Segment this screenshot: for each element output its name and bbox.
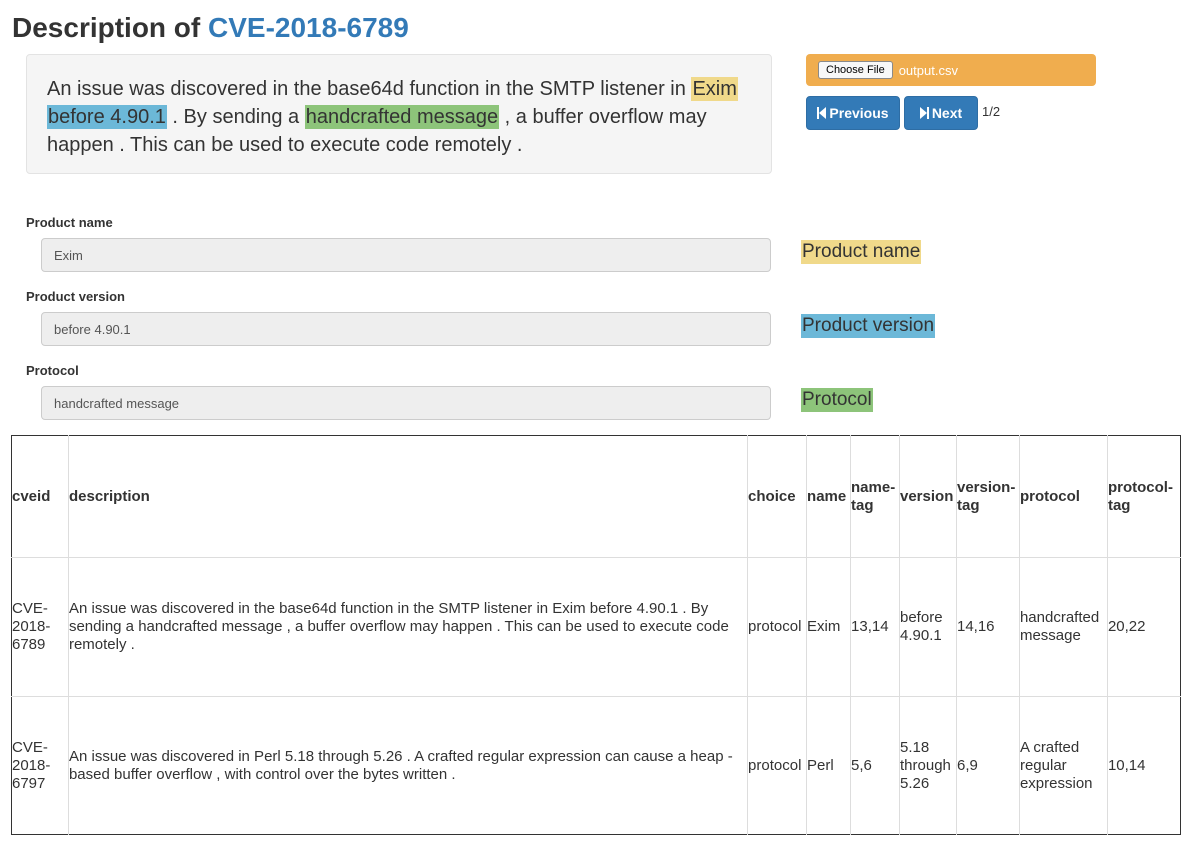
table-row: CVE-2018-6797 An issue was discovered in…	[11, 696, 1181, 835]
results-table: cveid description choice name name-tag v…	[11, 435, 1181, 835]
table-row: CVE-2018-6789 An issue was discovered in…	[11, 557, 1181, 697]
highlight-protocol: handcrafted message	[304, 105, 500, 129]
protocol-label: Protocol	[26, 363, 79, 378]
table-cell: An issue was discovered in Perl 5.18 thr…	[67, 696, 748, 835]
step-backward-icon	[817, 107, 827, 119]
protocol-tag: Protocol	[801, 388, 873, 412]
product-version-input[interactable]	[41, 312, 771, 346]
step-forward-icon	[919, 107, 929, 119]
table-cell: protocol	[747, 696, 807, 835]
product-version-tag: Product version	[801, 314, 936, 338]
file-upload-bar: Choose File output.csv	[806, 54, 1096, 86]
column-header: name	[806, 435, 851, 558]
table-cell: Exim	[806, 557, 851, 697]
table-cell: before 4.90.1	[899, 557, 957, 697]
page-indicator: 1/2	[982, 104, 1001, 119]
table-cell: An issue was discovered in the base64d f…	[67, 557, 748, 697]
column-header: version-tag	[955, 435, 1020, 558]
product-name-tag: Product name	[801, 240, 922, 264]
table-cell: 10,14	[1106, 696, 1181, 835]
column-header: description	[67, 435, 748, 558]
next-button[interactable]: Next	[904, 96, 978, 130]
description-text-part1: An issue was discovered in the base64d f…	[47, 78, 692, 100]
column-header: cveid	[12, 487, 51, 505]
choose-file-button[interactable]: Choose File	[818, 61, 893, 79]
table-header-row: cveid description choice name name-tag v…	[12, 435, 1181, 558]
highlight-product-version: before 4.90.1	[47, 105, 167, 129]
table-cell: handcrafted message	[1018, 557, 1108, 697]
table-cell: Perl	[806, 696, 851, 835]
column-header: protocol-tag	[1106, 435, 1181, 558]
column-header: choice	[747, 435, 807, 558]
description-box: An issue was discovered in the base64d f…	[26, 54, 772, 174]
table-cell: A crafted regular expression	[1018, 696, 1108, 835]
table-cell: CVE-2018-6797	[11, 696, 69, 835]
column-header: name-tag	[850, 435, 900, 558]
table-cell: protocol	[747, 557, 807, 697]
highlight-product-name: Exim	[691, 77, 738, 101]
product-version-label: Product version	[26, 289, 125, 304]
protocol-input[interactable]	[41, 386, 771, 420]
title-prefix: Description of	[12, 12, 201, 43]
table-cell: 13,14	[850, 557, 900, 697]
file-name-label: output.csv	[898, 62, 958, 78]
table-cell: 14,16	[955, 557, 1020, 697]
table-cell: 5,6	[850, 696, 900, 835]
previous-button[interactable]: Previous	[806, 96, 900, 130]
page-title: Description of CVE-2018-6789	[12, 8, 409, 48]
table-cell: 20,22	[1106, 557, 1181, 697]
cve-id-link[interactable]: CVE-2018-6789	[208, 12, 409, 43]
table-cell: 6,9	[955, 696, 1020, 835]
column-header: version	[899, 435, 957, 558]
previous-button-label: Previous	[829, 105, 889, 121]
table-cell: CVE-2018-6789	[11, 557, 69, 697]
product-name-label: Product name	[26, 215, 113, 230]
next-button-label: Next	[931, 105, 963, 121]
description-text-part2: . By sending a	[166, 106, 305, 128]
table-cell: 5.18 through 5.26	[899, 696, 957, 835]
column-header: protocol	[1018, 435, 1108, 558]
product-name-input[interactable]	[41, 238, 771, 272]
